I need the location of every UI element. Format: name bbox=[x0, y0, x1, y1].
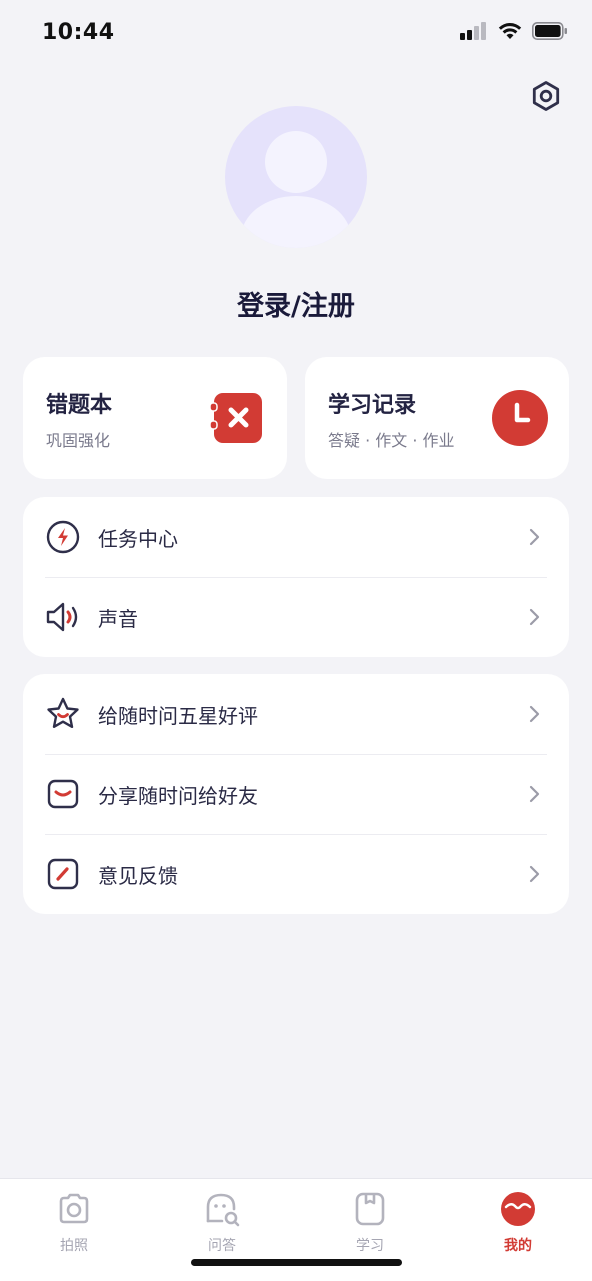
camera-icon bbox=[59, 1193, 89, 1224]
tab-label: 拍照 bbox=[60, 1238, 88, 1254]
default-avatar-icon bbox=[241, 131, 351, 248]
menu-item-share[interactable]: 分享随时问给好友 bbox=[23, 754, 569, 834]
wrong-book-subtitle: 巩固强化 bbox=[46, 431, 111, 450]
chevron-right-icon bbox=[529, 785, 540, 803]
menu-item-rate[interactable]: 给随时问五星好评 bbox=[23, 674, 569, 754]
wrong-book-title: 错题本 bbox=[46, 393, 113, 418]
menu-label: 意见反馈 bbox=[98, 863, 178, 888]
gear-icon bbox=[532, 81, 560, 111]
tab-label: 我的 bbox=[504, 1238, 532, 1254]
speaker-icon bbox=[45, 599, 81, 635]
tab-camera[interactable]: 拍照 bbox=[14, 1189, 134, 1255]
menu-group-primary: 任务中心 声音 bbox=[23, 497, 569, 657]
lightning-icon bbox=[45, 519, 81, 555]
tab-study[interactable]: 学习 bbox=[310, 1189, 430, 1255]
menu-label: 任务中心 bbox=[98, 526, 178, 551]
wifi-icon bbox=[498, 23, 522, 39]
wrong-book-icon bbox=[209, 393, 262, 443]
chevron-right-icon bbox=[529, 865, 540, 883]
menu-label: 声音 bbox=[98, 606, 138, 631]
chat-icon bbox=[206, 1193, 240, 1227]
menu-item-feedback[interactable]: 意见反馈 bbox=[23, 834, 569, 914]
share-icon bbox=[45, 776, 81, 812]
login-register-link[interactable]: 登录/注册 bbox=[0, 284, 592, 323]
study-record-title: 学习记录 bbox=[328, 393, 417, 418]
battery-icon bbox=[532, 22, 567, 40]
menu-item-task-center[interactable]: 任务中心 bbox=[23, 497, 569, 577]
status-icons bbox=[460, 22, 568, 40]
chevron-right-icon bbox=[529, 528, 540, 546]
status-time: 10:44 bbox=[42, 20, 115, 45]
menu-item-sound[interactable]: 声音 bbox=[23, 577, 569, 657]
settings-button[interactable] bbox=[526, 76, 566, 116]
star-icon bbox=[45, 696, 81, 732]
cellular-signal-icon bbox=[460, 22, 486, 40]
menu-group-secondary: 给随时问五星好评 分享随时问给好友 意见反馈 bbox=[23, 674, 569, 914]
menu-label: 给随时问五星好评 bbox=[98, 703, 258, 728]
chevron-right-icon bbox=[529, 705, 540, 723]
tab-mine[interactable]: 我的 bbox=[458, 1189, 578, 1255]
tab-label: 问答 bbox=[208, 1238, 236, 1254]
clock-icon bbox=[492, 390, 548, 446]
feedback-icon bbox=[45, 856, 81, 892]
book-icon bbox=[355, 1192, 385, 1226]
status-bar: 10:44 bbox=[0, 0, 592, 70]
home-indicator bbox=[191, 1259, 402, 1266]
study-record-card[interactable]: 学习记录 答疑 · 作文 · 作业 bbox=[305, 357, 569, 479]
study-record-subtitle: 答疑 · 作文 · 作业 bbox=[328, 431, 455, 450]
profile-icon bbox=[501, 1192, 535, 1226]
wrong-book-card[interactable]: 错题本 巩固强化 bbox=[23, 357, 287, 479]
chevron-right-icon bbox=[529, 608, 540, 626]
menu-label: 分享随时问给好友 bbox=[98, 783, 258, 808]
avatar[interactable] bbox=[225, 106, 367, 248]
tab-label: 学习 bbox=[356, 1238, 384, 1254]
tab-qa[interactable]: 问答 bbox=[162, 1189, 282, 1255]
